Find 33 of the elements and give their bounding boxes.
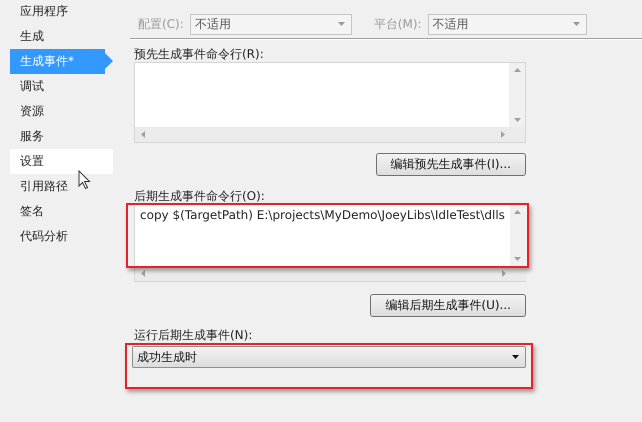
mouse-pointer-icon xyxy=(78,170,91,190)
edit-pre-build-button[interactable]: 编辑预先生成事件(I)... xyxy=(376,153,526,176)
field-label: 后期生成事件命令行(O): xyxy=(134,188,266,204)
vertical-scrollbar[interactable] xyxy=(509,63,525,127)
down-arrow-icon xyxy=(514,118,520,122)
left-arrow-icon xyxy=(141,270,145,277)
field-label: 预先生成事件命令行(R): xyxy=(134,46,265,62)
right-arrow-icon xyxy=(501,131,505,138)
down-arrow-icon xyxy=(572,22,580,26)
field-label: 平台(M): xyxy=(374,16,422,32)
sidebar-item[interactable]: 代码分析 xyxy=(10,224,113,249)
field-label: 运行后期生成事件(N): xyxy=(134,327,254,343)
dropdown-field[interactable]: 成功生成时 xyxy=(132,346,526,368)
sidebar-item[interactable]: 调试 xyxy=(10,74,113,99)
sidebar-item[interactable]: 应用程序 xyxy=(10,0,113,24)
sidebar-item[interactable]: 生成 xyxy=(10,24,113,49)
down-arrow-icon xyxy=(512,355,519,359)
edit-post-build-button[interactable]: 编辑后期生成事件(U)... xyxy=(370,294,526,317)
vertical-scrollbar[interactable] xyxy=(510,205,526,266)
down-arrow-icon xyxy=(338,22,345,26)
sidebar-item[interactable]: 引用路径 xyxy=(10,174,113,199)
sidebar-item[interactable]: 签名 xyxy=(10,199,113,224)
left-arrow-icon xyxy=(141,131,145,138)
command-text-field[interactable] xyxy=(135,63,509,127)
field-label: 配置(C): xyxy=(138,16,184,32)
up-arrow-icon xyxy=(514,68,520,72)
sidebar-item[interactable]: 设置 xyxy=(10,149,113,174)
command-text-field[interactable]: copy $(TargetPath) E:\projects\MyDemo\JoeyLibs\IdleTest\dlls xyxy=(135,205,510,266)
sidebar-item[interactable]: 服务 xyxy=(10,124,113,149)
up-arrow-icon xyxy=(514,210,522,214)
sidebar-item[interactable]: 资源 xyxy=(10,99,113,124)
down-arrow-icon xyxy=(514,257,522,261)
right-arrow-icon xyxy=(502,270,506,277)
